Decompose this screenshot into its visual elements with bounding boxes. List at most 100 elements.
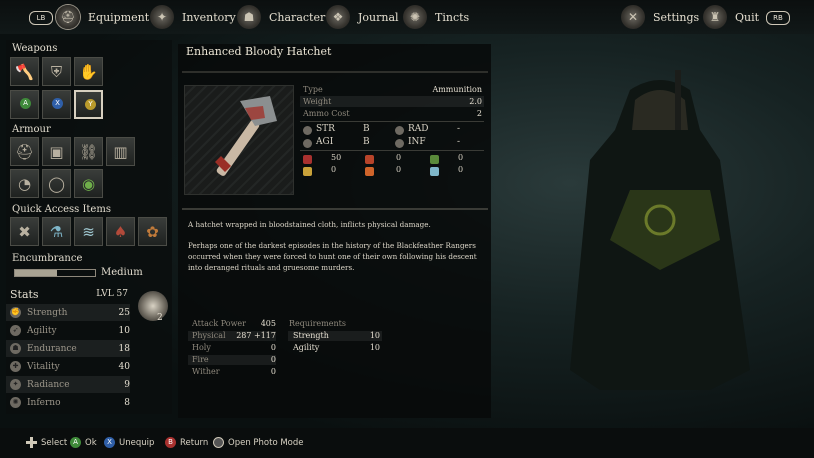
weight-label: Weight xyxy=(303,97,332,106)
herb-icon: ✿ xyxy=(146,222,159,241)
item-description-lore: Perhaps one of the darkest episodes in t… xyxy=(188,241,477,272)
title-divider xyxy=(182,71,488,73)
props-divider xyxy=(300,121,484,122)
weapon-slot-3[interactable]: ✋ xyxy=(74,57,103,86)
bandage-icon: ≋ xyxy=(82,222,95,241)
stat-value: 10 xyxy=(118,325,130,336)
stat-name: Vitality xyxy=(27,361,60,372)
encumbrance-fill xyxy=(15,270,57,276)
quick-slot-4[interactable]: ♠ xyxy=(106,217,135,246)
lb-button-hint[interactable]: LB xyxy=(29,11,53,25)
chain-icon: ⛓ xyxy=(78,142,99,161)
quick-access-heading: Quick Access Items xyxy=(12,204,111,215)
quick-slot-2[interactable]: ⚗ xyxy=(42,217,71,246)
encumbrance-bar xyxy=(14,269,96,277)
requirements-label: Requirements xyxy=(289,319,346,328)
hint-unequip[interactable]: X Unequip xyxy=(104,437,154,448)
attack-holy-label: Holy xyxy=(192,343,211,352)
settings-button[interactable]: ✕ Settings xyxy=(621,0,699,34)
hint-ok-label: Ok xyxy=(85,437,97,448)
b-button-icon: B xyxy=(165,437,176,448)
hint-unequip-label: Unequip xyxy=(119,437,155,448)
quick-slot-5[interactable]: ✿ xyxy=(138,217,167,246)
tab-tincts[interactable]: ✺ Tincts xyxy=(403,0,469,34)
armour-slot-legs[interactable]: ▥ xyxy=(106,137,135,166)
ring-slot-3[interactable]: ◉ xyxy=(74,169,103,198)
ring-slot-1[interactable]: ◔ xyxy=(10,169,39,198)
quit-button[interactable]: ♜ Quit xyxy=(703,0,759,34)
helmet-icon: ⛑ xyxy=(56,5,80,29)
tab-tincts-label: Tincts xyxy=(435,10,470,24)
damage-value: 50 xyxy=(331,153,342,162)
a-button-icon: A xyxy=(70,437,81,448)
ammo-cost-value: 2 xyxy=(476,109,482,118)
weapon-slot-x[interactable]: X xyxy=(42,90,71,119)
hint-photo-mode[interactable]: Open Photo Mode xyxy=(213,437,304,448)
quick-slot-1[interactable]: ✖ xyxy=(10,217,39,246)
horn-icon: ◔ xyxy=(17,174,32,193)
ring-icon: ◯ xyxy=(48,174,65,193)
type-label: Type xyxy=(303,85,323,94)
dpad-icon xyxy=(26,437,37,448)
rb-button-hint[interactable]: RB xyxy=(766,11,790,25)
bleed-icon xyxy=(303,155,312,164)
ring-slot-2[interactable]: ◯ xyxy=(42,169,71,198)
attack-fire-label: Fire xyxy=(192,355,209,364)
character-icon: ☗ xyxy=(237,5,261,29)
damage-value: 0 xyxy=(396,153,402,162)
damage-value: 0 xyxy=(458,153,464,162)
axe-icon: 🪓 xyxy=(15,62,34,81)
tab-equipment-label: Equipment xyxy=(88,10,150,24)
holy-icon xyxy=(303,167,312,176)
vitality-icon: ✚ xyxy=(10,361,21,372)
stat-row-agility: ➶ Agility 10 xyxy=(6,322,130,339)
item-description-short: A hatchet wrapped in bloodstained cloth,… xyxy=(188,220,431,229)
req-agility-value: 10 xyxy=(369,343,380,352)
weapon-slot-2[interactable]: ⛨ xyxy=(42,57,71,86)
hint-select[interactable]: Select xyxy=(26,437,67,448)
scaling-rad-label: RAD xyxy=(408,124,429,134)
stat-value: 18 xyxy=(118,343,130,354)
top-navigation-bar: LB ⛑ Equipment ✦ Inventory ☗ Character ❖… xyxy=(0,0,814,34)
strength-icon: ✊ xyxy=(10,307,21,318)
stat-name: Radiance xyxy=(27,379,70,390)
req-strength-label: Strength xyxy=(293,331,329,340)
req-strength-value: 10 xyxy=(369,331,380,340)
stat-value: 8 xyxy=(124,397,130,408)
type-value: Ammunition xyxy=(432,85,482,94)
armour-slot-helmet[interactable]: ⛑ xyxy=(10,137,39,166)
stat-row-radiance: ✦ Radiance 9 xyxy=(6,376,130,393)
armour-slot-gloves[interactable]: ⛓ xyxy=(74,137,103,166)
player-level: LVL 57 xyxy=(96,289,128,299)
tincts-icon: ✺ xyxy=(403,5,427,29)
burn-icon xyxy=(365,167,374,176)
encumbrance-level: Medium xyxy=(101,267,143,278)
stats-heading: Stats xyxy=(10,288,39,301)
hint-ok[interactable]: A Ok xyxy=(70,437,97,448)
tab-character[interactable]: ☗ Character xyxy=(237,0,325,34)
weapon-slot-a[interactable]: A xyxy=(10,90,39,119)
scaling-str-value: B xyxy=(363,124,370,134)
weapon-slot-y-selected[interactable]: Y xyxy=(74,90,103,119)
stat-row-strength: ✊ Strength 25 xyxy=(6,304,130,321)
tab-inventory[interactable]: ✦ Inventory xyxy=(150,0,236,34)
endurance-icon: ☗ xyxy=(10,343,21,354)
armour-slot-chest[interactable]: ▣ xyxy=(42,137,71,166)
scaling-inf-value: - xyxy=(457,137,461,147)
stat-value: 25 xyxy=(118,307,130,318)
view-button-icon xyxy=(213,437,224,448)
quick-slot-3[interactable]: ≋ xyxy=(74,217,103,246)
skull-icon xyxy=(138,291,168,321)
player-character xyxy=(570,70,750,390)
weapons-heading: Weapons xyxy=(12,43,58,54)
radiance-icon: ✦ xyxy=(10,379,21,390)
weapon-slot-1[interactable]: 🪓 xyxy=(10,57,39,86)
damage-value: 0 xyxy=(458,165,464,174)
y-button-icon: Y xyxy=(85,99,96,110)
crossed-tools-icon: ✖ xyxy=(18,222,31,241)
hint-return[interactable]: B Return xyxy=(165,437,208,448)
tab-equipment[interactable]: ⛑ Equipment xyxy=(56,0,149,34)
bottom-hints-bar: Select A Ok X Unequip B Return Open Phot… xyxy=(0,428,814,458)
tab-journal[interactable]: ❖ Journal xyxy=(326,0,399,34)
hatchet-icon xyxy=(215,96,277,176)
